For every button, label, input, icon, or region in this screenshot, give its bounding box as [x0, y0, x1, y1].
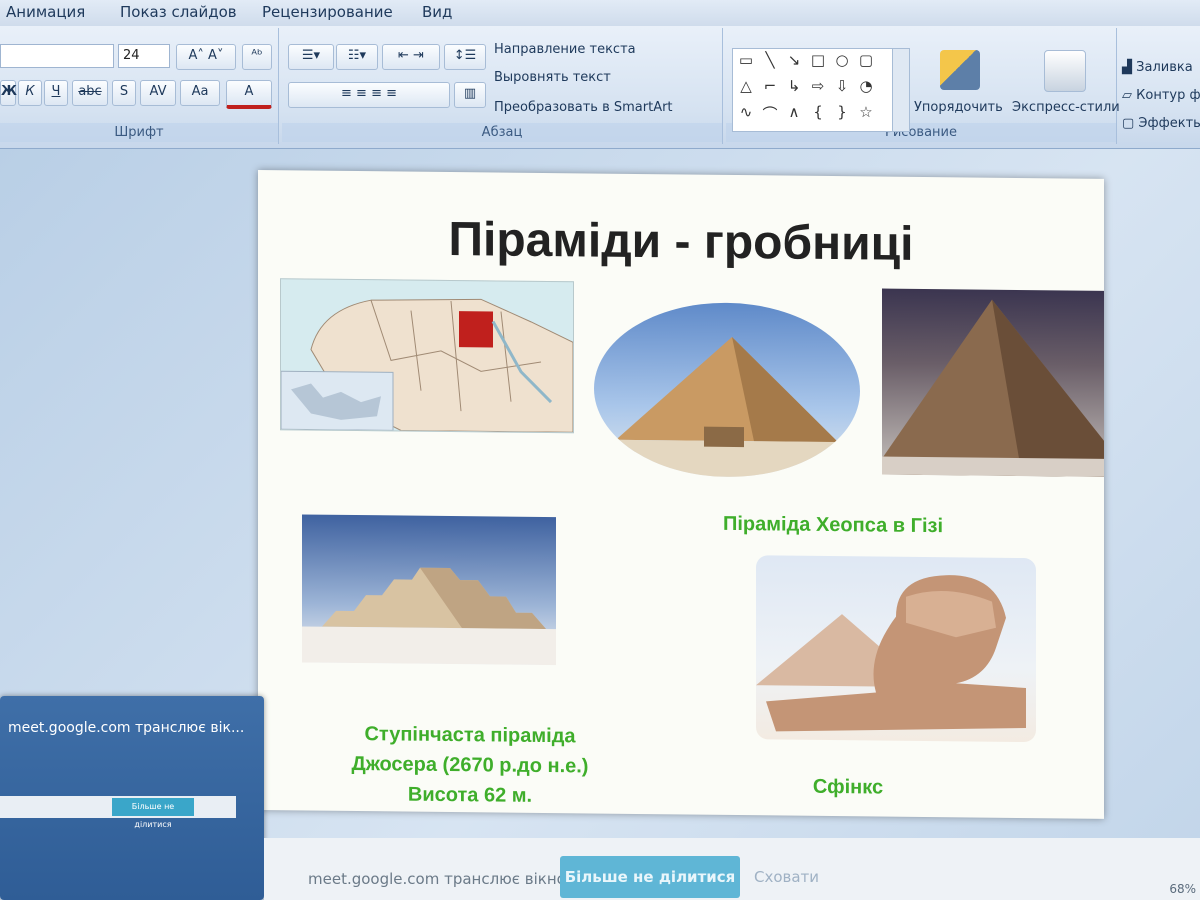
- djoser-caption-line-2: Джосера (2670 р.до н.е.): [351, 752, 589, 778]
- meet-card-title: meet.google.com транслює вік...: [8, 720, 245, 736]
- great-pyramid-graphic: [882, 299, 1104, 477]
- cheops-pyramid-image: [594, 301, 860, 479]
- shadow-button[interactable]: S: [112, 80, 136, 106]
- djoser-pyramid-image: [302, 514, 556, 666]
- quick-styles-icon: [1044, 50, 1086, 92]
- shape-outline-label: Контур ф: [1136, 88, 1200, 103]
- line-spacing-button[interactable]: ↕☰: [444, 44, 486, 70]
- meet-sharing-card: meet.google.com транслює вік... Більше н…: [0, 696, 264, 900]
- shape-effects-label: Эффекты: [1138, 116, 1200, 131]
- oval-shape-icon[interactable]: ○: [831, 51, 853, 69]
- shape-outline-button[interactable]: ▱ Контур ф: [1122, 88, 1200, 103]
- elbow-arrow-icon[interactable]: ↳: [783, 77, 805, 95]
- underline-button[interactable]: Ч: [44, 80, 68, 106]
- djoser-caption-line-3: Висота 62 м.: [407, 783, 533, 807]
- meet-bar-text: meet.google.com транслює вікно.: [308, 870, 571, 888]
- freeform-shape-icon[interactable]: ∿: [735, 103, 757, 121]
- strikethrough-button[interactable]: abc: [72, 80, 108, 106]
- font-group: 24 A˄ A˅ ᴬᵇ Ж К Ч abc S AV Aa A Шрифт: [0, 28, 279, 144]
- columns-button[interactable]: ▥: [454, 82, 486, 108]
- numbering-button[interactable]: ☷▾: [336, 44, 378, 70]
- right-arrow-shape-icon[interactable]: ⇨: [807, 77, 829, 95]
- djoser-caption[interactable]: Ступінчаста піраміда Джосера (2670 р.до …: [310, 719, 630, 812]
- arrow-line-shape-icon[interactable]: ↘: [783, 51, 805, 69]
- zoom-level[interactable]: 68%: [1169, 882, 1196, 896]
- sphinx-image: [756, 555, 1036, 743]
- meet-card-stop-button[interactable]: Більше не ділитися: [112, 798, 194, 829]
- shapes-gallery-scroll[interactable]: [892, 49, 909, 131]
- shape-effects-button[interactable]: ▢ Эффекты: [1122, 116, 1200, 131]
- font-color-button[interactable]: A: [226, 80, 272, 109]
- change-case-button[interactable]: Aa: [180, 80, 220, 106]
- alignment-buttons[interactable]: ≡ ≡ ≡ ≡: [288, 82, 450, 108]
- quick-styles-button[interactable]: Экспресс-стили: [1012, 100, 1120, 115]
- tab-view[interactable]: Вид: [422, 3, 452, 21]
- egypt-map-image: [280, 278, 574, 434]
- down-arrow-shape-icon[interactable]: ⇩: [831, 77, 853, 95]
- grow-shrink-font-button[interactable]: A˄ A˅: [176, 44, 236, 70]
- djoser-caption-line-1: Ступінчаста піраміда: [364, 723, 576, 748]
- africa-map-graphic: [280, 298, 574, 433]
- bold-button[interactable]: Ж: [0, 80, 17, 106]
- ribbon-tabs: Анимация Показ слайдов Рецензирование Ви…: [0, 0, 1200, 26]
- cheops-pyramid-graphic: [594, 336, 860, 479]
- callout-shape-icon[interactable]: ◔: [855, 77, 877, 95]
- scribble-shape-icon[interactable]: ∧: [783, 103, 805, 121]
- star-shape-icon[interactable]: ☆: [855, 103, 877, 121]
- paragraph-group-label: Абзац: [282, 123, 722, 142]
- line-shape-icon[interactable]: ╲: [759, 51, 781, 69]
- stop-sharing-button[interactable]: Більше не ділитися: [560, 856, 740, 898]
- shape-fill-button[interactable]: ▟ Заливка: [1122, 60, 1193, 75]
- right-brace-shape-icon[interactable]: }: [831, 103, 853, 121]
- rounded-rect-shape-icon[interactable]: ▢: [855, 51, 877, 69]
- indent-buttons[interactable]: ⇤ ⇥: [382, 44, 440, 70]
- sphinx-caption[interactable]: Сфінкс: [778, 771, 918, 802]
- cheops-caption[interactable]: Піраміда Хеопса в Гізі: [698, 509, 968, 542]
- ribbon: 24 A˄ A˅ ᴬᵇ Ж К Ч abc S AV Aa A Шрифт ☰▾…: [0, 26, 1200, 149]
- tab-slideshow[interactable]: Показ слайдов: [120, 3, 237, 21]
- align-text-button[interactable]: Выровнять текст: [494, 70, 611, 85]
- meet-sharing-bar: meet.google.com транслює вікно. Більше н…: [264, 838, 1200, 900]
- tab-animation[interactable]: Анимация: [6, 3, 85, 21]
- rectangle-shape-icon[interactable]: □: [807, 51, 829, 69]
- shapes-gallery[interactable]: ▭ ╲ ↘ □ ○ ▢ △ ⌐ ↳ ⇨ ⇩ ◔ ∿ ⌒ ∧ { } ☆: [732, 48, 910, 132]
- clear-format-button[interactable]: ᴬᵇ: [242, 44, 272, 70]
- left-brace-shape-icon[interactable]: {: [807, 103, 829, 121]
- bullets-button[interactable]: ☰▾: [288, 44, 334, 70]
- great-pyramid-photo: [882, 288, 1104, 477]
- convert-smartart-button[interactable]: Преобразовать в SmartArt: [494, 100, 673, 115]
- font-family-select[interactable]: [0, 44, 114, 68]
- text-direction-button[interactable]: Направление текста: [494, 42, 636, 57]
- elbow-connector-icon[interactable]: ⌐: [759, 77, 781, 95]
- slide-title[interactable]: Піраміди - гробниці: [258, 210, 1104, 274]
- arrange-icon: [940, 50, 980, 90]
- triangle-shape-icon[interactable]: △: [735, 77, 757, 95]
- font-size-select[interactable]: 24: [118, 44, 170, 68]
- curve-shape-icon[interactable]: ⌒: [759, 103, 781, 124]
- hide-link[interactable]: Сховати: [754, 868, 819, 886]
- paragraph-group: ☰▾ ☷▾ ⇤ ⇥ ↕☰ ≡ ≡ ≡ ≡ ▥ Направление текст…: [282, 28, 723, 144]
- italic-button[interactable]: К: [18, 80, 42, 106]
- djoser-pyramid-graphic: [302, 567, 556, 666]
- sphinx-graphic: [756, 575, 1026, 732]
- font-group-label: Шрифт: [0, 123, 278, 142]
- char-spacing-button[interactable]: AV: [140, 80, 176, 106]
- arrange-button[interactable]: Упорядочить: [914, 100, 1003, 115]
- slide[interactable]: Піраміди - гробниці Піраміда Хеопса в Гі…: [258, 170, 1104, 819]
- tab-review[interactable]: Рецензирование: [262, 3, 393, 21]
- shape-fill-label: Заливка: [1136, 60, 1193, 75]
- textbox-shape-icon[interactable]: ▭: [735, 51, 757, 69]
